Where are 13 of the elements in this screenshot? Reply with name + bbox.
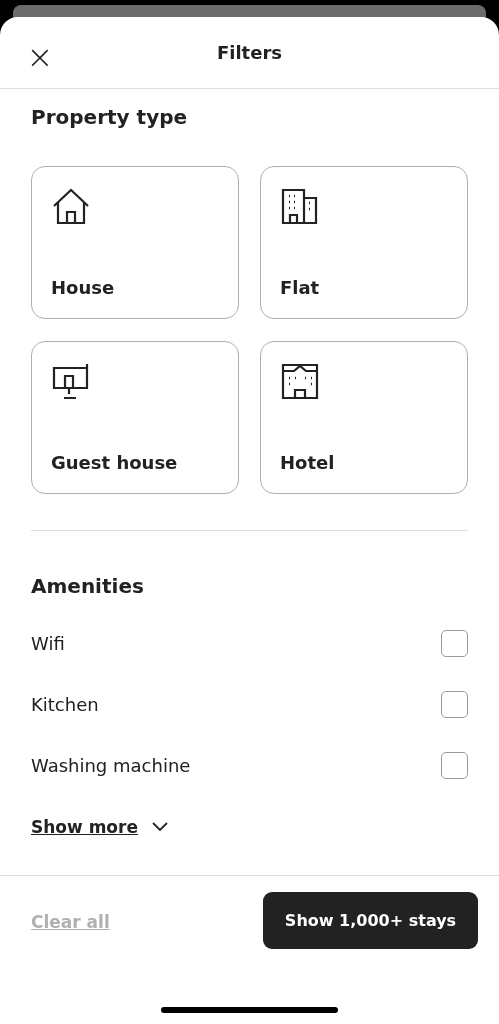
- amenity-label: Washing machine: [31, 755, 191, 776]
- property-type-card[interactable]: House: [31, 166, 239, 319]
- close-button[interactable]: ×: [22, 39, 58, 75]
- show-more-link[interactable]: Show more: [31, 817, 168, 837]
- amenity-label: Wifi: [31, 633, 65, 654]
- property-type-card[interactable]: Guest house: [31, 341, 239, 494]
- property-type-card[interactable]: Flat: [260, 166, 468, 319]
- section-title: Property type: [31, 105, 189, 129]
- amenity-label: Kitchen: [31, 694, 99, 715]
- show-stays-button[interactable]: Show 1,000+ stays: [263, 892, 478, 949]
- property-type-card[interactable]: Hotel: [260, 341, 468, 494]
- sheet-title: Filters: [216, 42, 282, 63]
- section-title: Amenities: [31, 574, 145, 598]
